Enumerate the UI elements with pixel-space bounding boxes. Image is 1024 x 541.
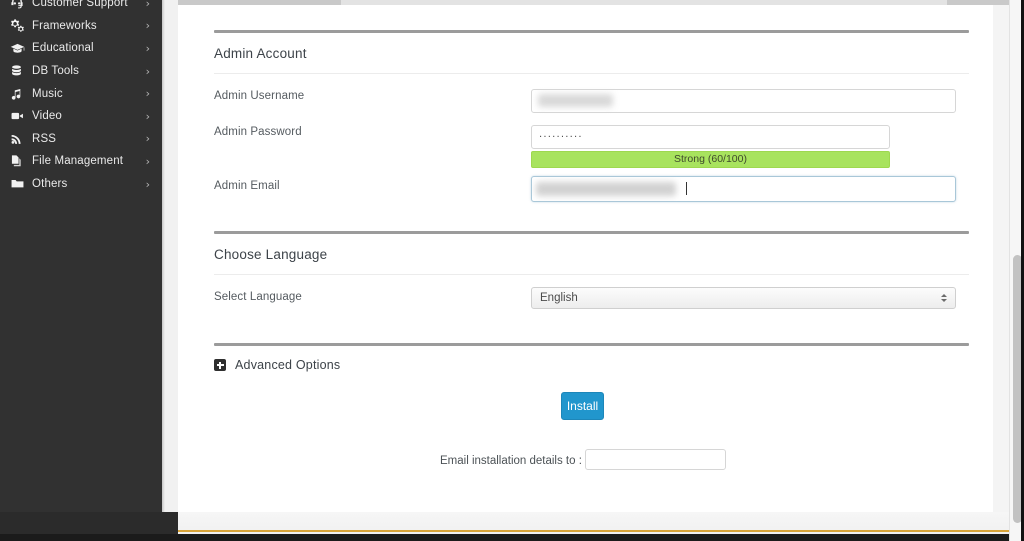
sidebar-shadow [162, 0, 165, 541]
sidebar-list: Customer Support › Frameworks › Educatio… [0, 0, 162, 195]
select-spinner-icon [937, 294, 955, 302]
sidebar-item-customer-support[interactable]: Customer Support › [0, 0, 162, 15]
label-admin-username: Admin Username [214, 90, 305, 102]
rss-icon [10, 132, 30, 146]
content-right-gutter [993, 5, 1009, 512]
sidebar-item-music[interactable]: Music › [0, 82, 162, 105]
advanced-options-label: Advanced Options [235, 358, 341, 372]
text-caret [686, 182, 687, 195]
sidebar-item-label: Frameworks [32, 19, 97, 32]
database-icon [10, 64, 30, 78]
admin-username-redacted-value [538, 94, 613, 107]
chevron-right-icon: › [145, 19, 150, 33]
chevron-right-icon: › [145, 154, 150, 168]
email-details-input[interactable] [585, 449, 726, 470]
chevron-right-icon: › [145, 87, 150, 101]
advanced-options-toggle[interactable]: Advanced Options [214, 358, 340, 372]
sidebar-item-file-management[interactable]: File Management › [0, 150, 162, 173]
section-underline [214, 73, 969, 74]
chevron-right-icon: › [145, 64, 150, 78]
sidebar-item-label: RSS [32, 132, 57, 145]
installer-screen: Customer Support › Frameworks › Educatio… [0, 0, 1024, 541]
chevron-right-icon: › [145, 109, 150, 123]
plus-square-icon [214, 359, 226, 371]
graduation-cap-icon [10, 41, 30, 56]
sidebar-item-label: Educational [32, 42, 94, 55]
admin-password-masked-value: ·········· [539, 132, 583, 143]
sidebar-item-label: Video [32, 110, 62, 123]
section-title-choose-language: Choose Language [214, 247, 328, 262]
sidebar-item-label: Music [32, 87, 63, 100]
admin-password-input[interactable] [531, 125, 890, 149]
file-copy-icon [10, 154, 30, 168]
chevron-right-icon: › [145, 41, 150, 55]
sidebar-item-label: Others [32, 178, 68, 191]
sidebar-item-db-tools[interactable]: DB Tools › [0, 60, 162, 83]
label-admin-email: Admin Email [214, 180, 280, 192]
sidebar-item-label: DB Tools [32, 65, 80, 78]
sidebar-item-label: Customer Support [32, 0, 128, 10]
gears-icon [10, 18, 30, 33]
chevron-right-icon: › [145, 0, 150, 10]
language-select-value: English [540, 292, 578, 304]
sidebar-item-frameworks[interactable]: Frameworks › [0, 15, 162, 38]
footer-bottom-strip [0, 534, 1024, 541]
install-button[interactable]: Install [561, 392, 604, 420]
video-camera-icon [10, 109, 30, 123]
language-select[interactable]: English [531, 287, 956, 309]
chevron-right-icon: › [145, 132, 150, 146]
chevron-right-icon: › [145, 177, 150, 191]
headset-icon [10, 0, 30, 10]
category-sidebar: Customer Support › Frameworks › Educatio… [0, 0, 162, 541]
installer-form-card: Admin Account Admin Username Admin Passw… [178, 5, 993, 512]
sidebar-item-others[interactable]: Others › [0, 173, 162, 196]
section-divider [214, 231, 969, 234]
sidebar-item-video[interactable]: Video › [0, 105, 162, 128]
password-strength-meter: Strong (60/100) [531, 151, 890, 168]
label-admin-password: Admin Password [214, 126, 302, 138]
sidebar-item-rss[interactable]: RSS › [0, 128, 162, 151]
section-divider [214, 30, 969, 33]
admin-email-redacted-value [536, 182, 676, 196]
folder-icon [10, 177, 30, 191]
footer-accent-rule [178, 530, 1009, 532]
label-select-language: Select Language [214, 291, 302, 303]
section-divider [214, 343, 969, 346]
section-title-admin-account: Admin Account [214, 46, 307, 61]
email-details-label: Email installation details to : [440, 455, 582, 467]
section-underline [214, 274, 969, 275]
sidebar-item-label: File Management [32, 155, 124, 168]
music-note-icon [10, 87, 30, 101]
sidebar-item-educational[interactable]: Educational › [0, 37, 162, 60]
